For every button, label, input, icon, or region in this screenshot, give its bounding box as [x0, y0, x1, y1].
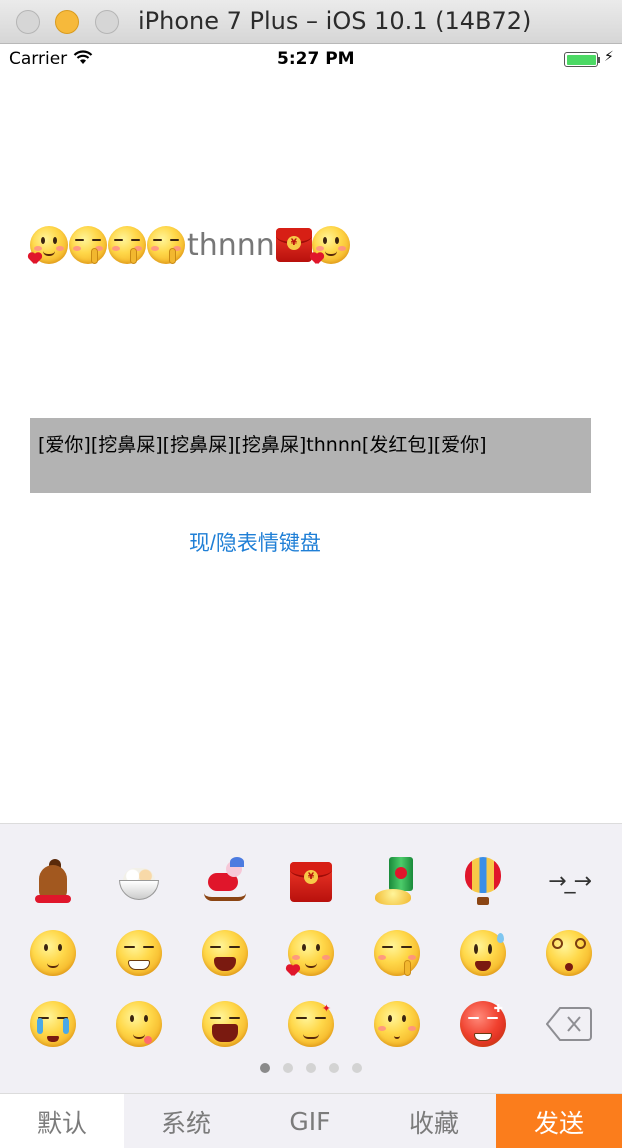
page-dot-2[interactable] [283, 1063, 293, 1073]
wail-emoji[interactable] [182, 988, 268, 1059]
emoji-code-text: [爱你][挖鼻屎][挖鼻屎][挖鼻屎]thnnn[发红包][爱你] [38, 434, 487, 456]
smile-emoji[interactable] [10, 917, 96, 988]
emoji-category-tab-bar: 默认 系统 GIF 收藏 发送 [0, 1093, 622, 1148]
page-dot-5[interactable] [352, 1063, 362, 1073]
love-you-emoji[interactable] [268, 917, 354, 988]
laugh-emoji[interactable] [182, 917, 268, 988]
rice-ball-bowl-emoji[interactable] [96, 846, 182, 917]
horse-emoji[interactable] [10, 846, 96, 917]
angry-emoji[interactable]: ✚ [440, 988, 526, 1059]
toggle-emoji-keyboard-button[interactable]: 现/隐表情键盘 [189, 527, 321, 557]
beer-can-ingot-emoji[interactable] [354, 846, 440, 917]
pick-nose-emoji [147, 226, 185, 264]
rich-text-segment: thnnn [187, 227, 275, 263]
send-button[interactable]: 发送 [496, 1094, 622, 1148]
tab-default[interactable]: 默认 [0, 1094, 124, 1148]
red-envelope-emoji[interactable]: ¥ [268, 846, 354, 917]
page-dot-1[interactable] [260, 1063, 270, 1073]
battery-icon [564, 52, 598, 67]
arrow-emoticon[interactable]: →_→ [526, 846, 612, 917]
window-title: iPhone 7 Plus – iOS 10.1 (14B72) [138, 7, 532, 35]
emoji-grid: ¥ →_→ ✦ ✚ [10, 846, 612, 1047]
pick-nose-emoji [69, 226, 107, 264]
delete-icon [546, 1006, 592, 1041]
emoji-code-text-box: [爱你][挖鼻屎][挖鼻屎][挖鼻屎]thnnn[发红包][爱你] [30, 418, 591, 493]
grin-emoji[interactable] [96, 917, 182, 988]
status-bar: Carrier 5:27 PM ⚡ [0, 44, 622, 76]
window-zoom-button[interactable] [95, 10, 119, 34]
emoji-keyboard: ¥ →_→ ✦ ✚ [0, 823, 622, 1093]
tongue-emoji[interactable] [96, 988, 182, 1059]
love-you-emoji [311, 226, 350, 264]
smirk-emoji[interactable]: ✦ [268, 988, 354, 1059]
arrow-icon: →_→ [548, 869, 592, 894]
shocked-emoji[interactable] [440, 917, 526, 988]
window-minimize-button[interactable] [55, 10, 79, 34]
tab-gif[interactable]: GIF [248, 1094, 372, 1148]
clock: 5:27 PM [277, 49, 355, 69]
delete-key[interactable] [526, 988, 612, 1059]
carrier-label: Carrier [9, 49, 68, 69]
tab-system[interactable]: 系统 [124, 1094, 248, 1148]
rocking-horse-emoji[interactable] [182, 846, 268, 917]
wifi-icon [73, 50, 93, 64]
window-close-button[interactable] [16, 10, 40, 34]
hot-air-balloon-emoji[interactable] [440, 846, 526, 917]
tab-favorites[interactable]: 收藏 [372, 1094, 496, 1148]
shy-emoji[interactable] [354, 988, 440, 1059]
crying-emoji[interactable] [10, 988, 96, 1059]
page-dot-4[interactable] [329, 1063, 339, 1073]
red-envelope-emoji: ¥ [275, 228, 312, 262]
charging-bolt-icon: ⚡ [604, 49, 614, 65]
page-dot-3[interactable] [306, 1063, 316, 1073]
pick-nose-emoji [108, 226, 146, 264]
love-you-emoji [30, 226, 68, 264]
simulator-title-bar: iPhone 7 Plus – iOS 10.1 (14B72) [0, 0, 622, 44]
dizzy-emoji[interactable] [526, 917, 612, 988]
pick-nose-emoji[interactable] [354, 917, 440, 988]
page-indicator [0, 1063, 622, 1073]
battery-nub [598, 57, 600, 63]
rich-text-label: thnnn ¥ [30, 224, 351, 266]
